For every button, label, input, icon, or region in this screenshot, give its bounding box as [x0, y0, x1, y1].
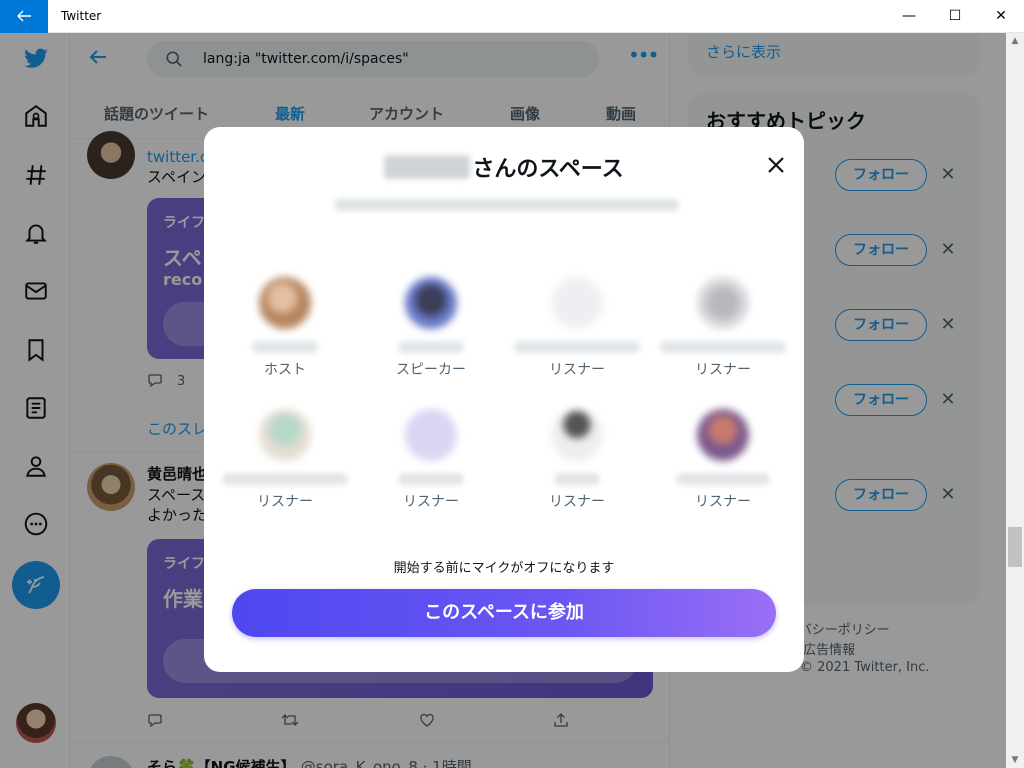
scroll-down-arrow-icon[interactable]: ▼	[1006, 752, 1024, 768]
avatar	[259, 277, 311, 329]
window-back-button[interactable]	[0, 0, 48, 33]
blurred-participant-name	[222, 473, 348, 485]
participant-role: リスナー	[695, 362, 751, 378]
window-titlebar: Twitter — ☐ ✕	[0, 0, 1024, 33]
minimize-button[interactable]: —	[886, 0, 932, 33]
participant-role: ホスト	[264, 362, 306, 378]
blurred-participant-name	[660, 341, 786, 353]
blurred-participant-name	[676, 473, 770, 485]
participant-role: リスナー	[549, 362, 605, 378]
participant-listener[interactable]: リスナー	[212, 409, 358, 519]
participant-role: リスナー	[695, 494, 751, 510]
blurred-participant-name	[554, 473, 600, 485]
join-space-button[interactable]: このスペースに参加	[232, 589, 776, 637]
participant-role: リスナー	[403, 494, 459, 510]
avatar	[697, 277, 749, 329]
avatar	[551, 277, 603, 329]
participant-speaker[interactable]: スピーカー	[358, 277, 504, 387]
space-title-suffix: さんのスペース	[472, 157, 624, 182]
blurred-participant-name	[398, 341, 464, 353]
vertical-scrollbar[interactable]: ▲ ▼	[1006, 33, 1024, 768]
participant-host[interactable]: ホスト	[212, 277, 358, 387]
avatar	[405, 277, 457, 329]
avatar	[405, 409, 457, 461]
blurred-participant-name	[252, 341, 318, 353]
space-title: さんのスペース	[204, 151, 804, 183]
avatar	[697, 409, 749, 461]
scroll-up-arrow-icon[interactable]: ▲	[1006, 33, 1024, 49]
close-icon[interactable]	[764, 153, 788, 177]
window-title: Twitter	[61, 9, 102, 23]
blurred-participant-name	[398, 473, 464, 485]
blurred-host-name	[384, 155, 471, 179]
arrow-left-icon	[17, 10, 31, 22]
space-preview-dialog: さんのスペース ホスト スピーカー リスナー リスナー リスナー リスナー リス…	[204, 127, 804, 672]
avatar	[259, 409, 311, 461]
twitter-app: ••• 話題のツイート 最新 アカウント 画像 動画 twitter.co スペ…	[0, 33, 1024, 768]
participant-role: リスナー	[549, 494, 605, 510]
mic-off-notice: 開始する前にマイクがオフになります	[393, 561, 615, 576]
participant-listener[interactable]: リスナー	[650, 409, 796, 519]
participant-listener[interactable]: リスナー	[650, 277, 796, 387]
participant-role: スピーカー	[396, 362, 466, 378]
blurred-participant-name	[514, 341, 640, 353]
blurred-space-subtitle	[334, 199, 679, 211]
participant-role: リスナー	[257, 494, 313, 510]
scroll-thumb[interactable]	[1008, 527, 1022, 567]
avatar	[551, 409, 603, 461]
participant-listener[interactable]: リスナー	[504, 409, 650, 519]
participant-listener[interactable]: リスナー	[504, 277, 650, 387]
participant-listener[interactable]: リスナー	[358, 409, 504, 519]
maximize-button[interactable]: ☐	[932, 0, 978, 33]
window-close-button[interactable]: ✕	[978, 0, 1024, 33]
